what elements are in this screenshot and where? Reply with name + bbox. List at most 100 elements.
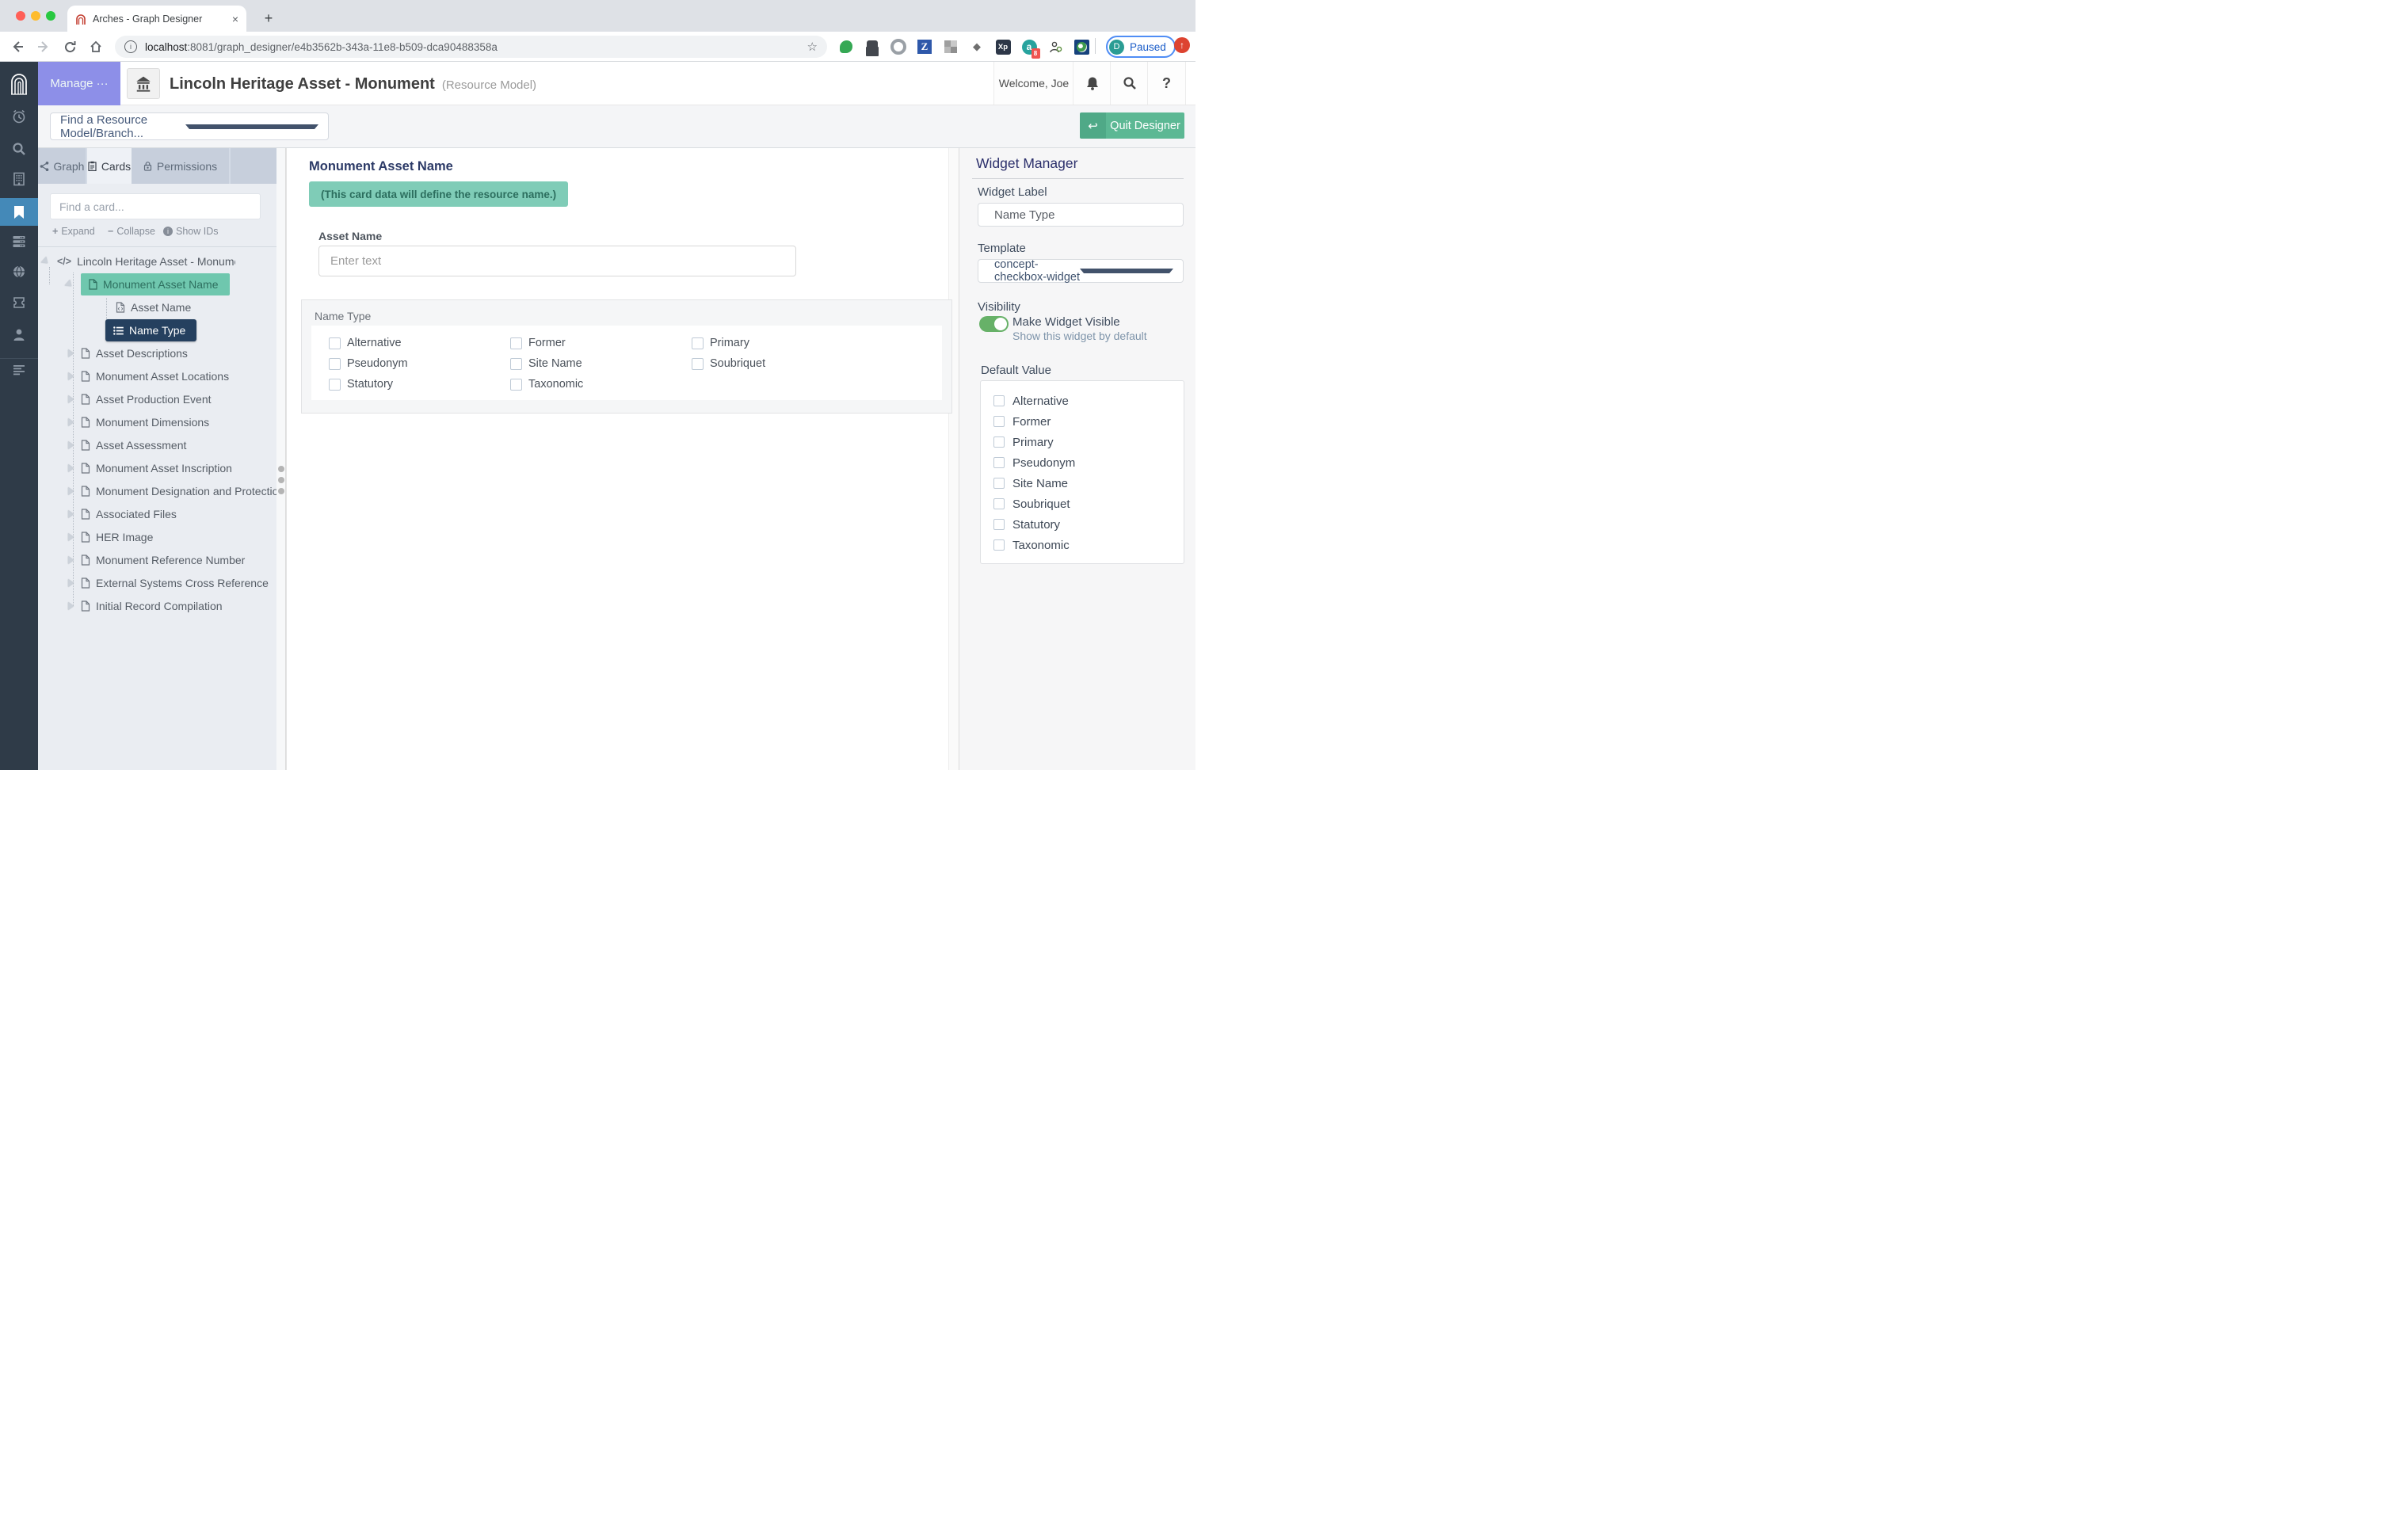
option-soubriquet[interactable]: Soubriquet [692, 353, 873, 374]
back-icon[interactable] [8, 37, 27, 56]
window-close-button[interactable] [16, 11, 25, 21]
option-primary[interactable]: Primary [692, 333, 873, 353]
option-former[interactable]: Former [510, 333, 692, 353]
default-option-taxonomic[interactable]: Taxonomic [993, 535, 1184, 555]
building-icon[interactable] [0, 166, 38, 192]
tab-cards[interactable]: Cards [87, 148, 132, 184]
checkbox[interactable] [993, 478, 1005, 489]
option-taxonomic[interactable]: Taxonomic [510, 374, 692, 395]
option-pseudonym[interactable]: Pseudonym [329, 353, 510, 374]
tree-node-card[interactable]: Initial Record Compilation [38, 595, 223, 617]
default-option-site-name[interactable]: Site Name [993, 473, 1184, 494]
geojson-extension-icon[interactable]: ◆ [968, 38, 986, 55]
search-button[interactable] [1110, 62, 1148, 105]
resource-model-icon-button[interactable] [127, 68, 160, 99]
notifications-button[interactable] [1073, 62, 1111, 105]
caret-collapsed-icon[interactable] [68, 579, 74, 587]
checkbox[interactable] [510, 337, 522, 349]
zotero-extension-icon[interactable]: Z [916, 38, 933, 55]
checkbox[interactable] [329, 357, 341, 370]
tree-node-card[interactable]: Asset Assessment [38, 434, 186, 456]
profile-chip[interactable]: D Paused [1106, 36, 1176, 58]
caret-expanded-icon[interactable] [64, 279, 74, 290]
person-search-extension-icon[interactable] [1047, 38, 1064, 55]
grid-extension-icon[interactable] [942, 38, 959, 55]
collapse-all-button[interactable]: − Collapse [108, 226, 155, 237]
checkbox[interactable] [993, 436, 1005, 448]
caret-collapsed-icon[interactable] [68, 602, 74, 610]
server-icon[interactable] [0, 228, 38, 255]
default-option-pseudonym[interactable]: Pseudonym [993, 452, 1184, 473]
visibility-toggle[interactable] [979, 316, 1009, 332]
option-statutory[interactable]: Statutory [329, 374, 510, 395]
tree-node-card[interactable]: Asset Descriptions [38, 342, 188, 364]
checkbox[interactable] [993, 539, 1005, 551]
asset-name-input[interactable] [318, 246, 796, 276]
checkbox[interactable] [692, 337, 704, 349]
template-select[interactable]: concept-checkbox-widget [978, 258, 1184, 284]
xp-extension-icon[interactable]: Xp [994, 38, 1012, 55]
recent-activity-icon[interactable] [0, 103, 38, 130]
tab-graph[interactable]: Graph [38, 148, 87, 184]
globe-rail-icon[interactable] [0, 258, 38, 285]
default-option-statutory[interactable]: Statutory [993, 514, 1184, 535]
find-model-select[interactable]: Find a Resource Model/Branch... [50, 112, 329, 140]
a-extension-icon[interactable]: a8 [1020, 38, 1040, 59]
ring-extension-icon[interactable] [890, 38, 907, 55]
site-info-icon[interactable]: i [124, 40, 137, 53]
caret-collapsed-icon[interactable] [68, 510, 74, 518]
caret-collapsed-icon[interactable] [68, 533, 74, 541]
expand-all-button[interactable]: + Expand [52, 226, 95, 237]
tree-node-card[interactable]: Monument Reference Number [38, 549, 245, 571]
checkbox[interactable] [993, 457, 1005, 468]
globe-extension-icon[interactable] [1073, 38, 1090, 55]
panel-splitter[interactable] [276, 148, 286, 770]
caret-collapsed-icon[interactable] [68, 372, 74, 380]
home-icon[interactable] [86, 37, 105, 56]
tab-permissions[interactable]: Permissions [132, 148, 231, 184]
adblock-extension-icon[interactable]: ↑ [1174, 37, 1190, 53]
arches-logo[interactable] [0, 70, 38, 97]
reload-icon[interactable] [60, 37, 79, 56]
quit-designer-button[interactable]: ↩ Quit Designer [1080, 112, 1184, 139]
evernote-extension-icon[interactable] [837, 38, 855, 55]
sidebar-item-graph-designer[interactable] [0, 198, 38, 226]
ticket-icon[interactable] [0, 289, 38, 316]
help-button[interactable]: ? [1147, 62, 1186, 105]
default-option-soubriquet[interactable]: Soubriquet [993, 494, 1184, 514]
caret-collapsed-icon[interactable] [68, 349, 74, 357]
forward-icon[interactable] [34, 37, 53, 56]
option-site-name[interactable]: Site Name [510, 353, 692, 374]
checkbox[interactable] [329, 337, 341, 349]
tree-node-card[interactable]: Asset Production Event [38, 388, 212, 410]
checkbox[interactable] [692, 357, 704, 370]
default-option-primary[interactable]: Primary [993, 432, 1184, 452]
browser-tab[interactable]: Arches - Graph Designer × [67, 6, 246, 32]
tree-node-card[interactable]: External Systems Cross Reference [38, 572, 269, 594]
tree-node-monument-asset-name[interactable]: Monument Asset Name [38, 273, 230, 295]
manage-button[interactable]: Manage ··· [38, 62, 120, 105]
default-option-alternative[interactable]: Alternative [993, 391, 1184, 411]
checkbox[interactable] [510, 378, 522, 391]
tree-node-card[interactable]: Associated Files [38, 503, 177, 525]
caret-collapsed-icon[interactable] [68, 487, 74, 495]
new-tab-button[interactable]: + [258, 8, 279, 29]
user-icon[interactable] [0, 322, 38, 349]
url-bar[interactable]: i localhost:8081/graph_designer/e4b3562b… [115, 36, 827, 58]
search-rail-icon[interactable] [0, 135, 38, 162]
robot-extension-icon[interactable] [864, 38, 881, 55]
checkbox[interactable] [993, 519, 1005, 530]
caret-collapsed-icon[interactable] [68, 441, 74, 449]
checkbox[interactable] [993, 498, 1005, 509]
bookmark-star-icon[interactable]: ☆ [807, 40, 818, 54]
tree-node-card[interactable]: Monument Designation and Protectio [38, 480, 276, 502]
main-scrollbar[interactable] [948, 148, 959, 770]
option-alternative[interactable]: Alternative [329, 333, 510, 353]
menu-icon[interactable] [0, 356, 38, 383]
tree-node-name-type-selected[interactable]: Name Type [38, 319, 197, 341]
widget-label-input[interactable] [978, 203, 1184, 227]
tree-node-asset-name[interactable]: Asset Name [38, 296, 191, 318]
show-ids-button[interactable]: i Show IDs [163, 226, 219, 237]
caret-expanded-icon[interactable] [40, 256, 51, 267]
window-minimize-button[interactable] [31, 11, 40, 21]
